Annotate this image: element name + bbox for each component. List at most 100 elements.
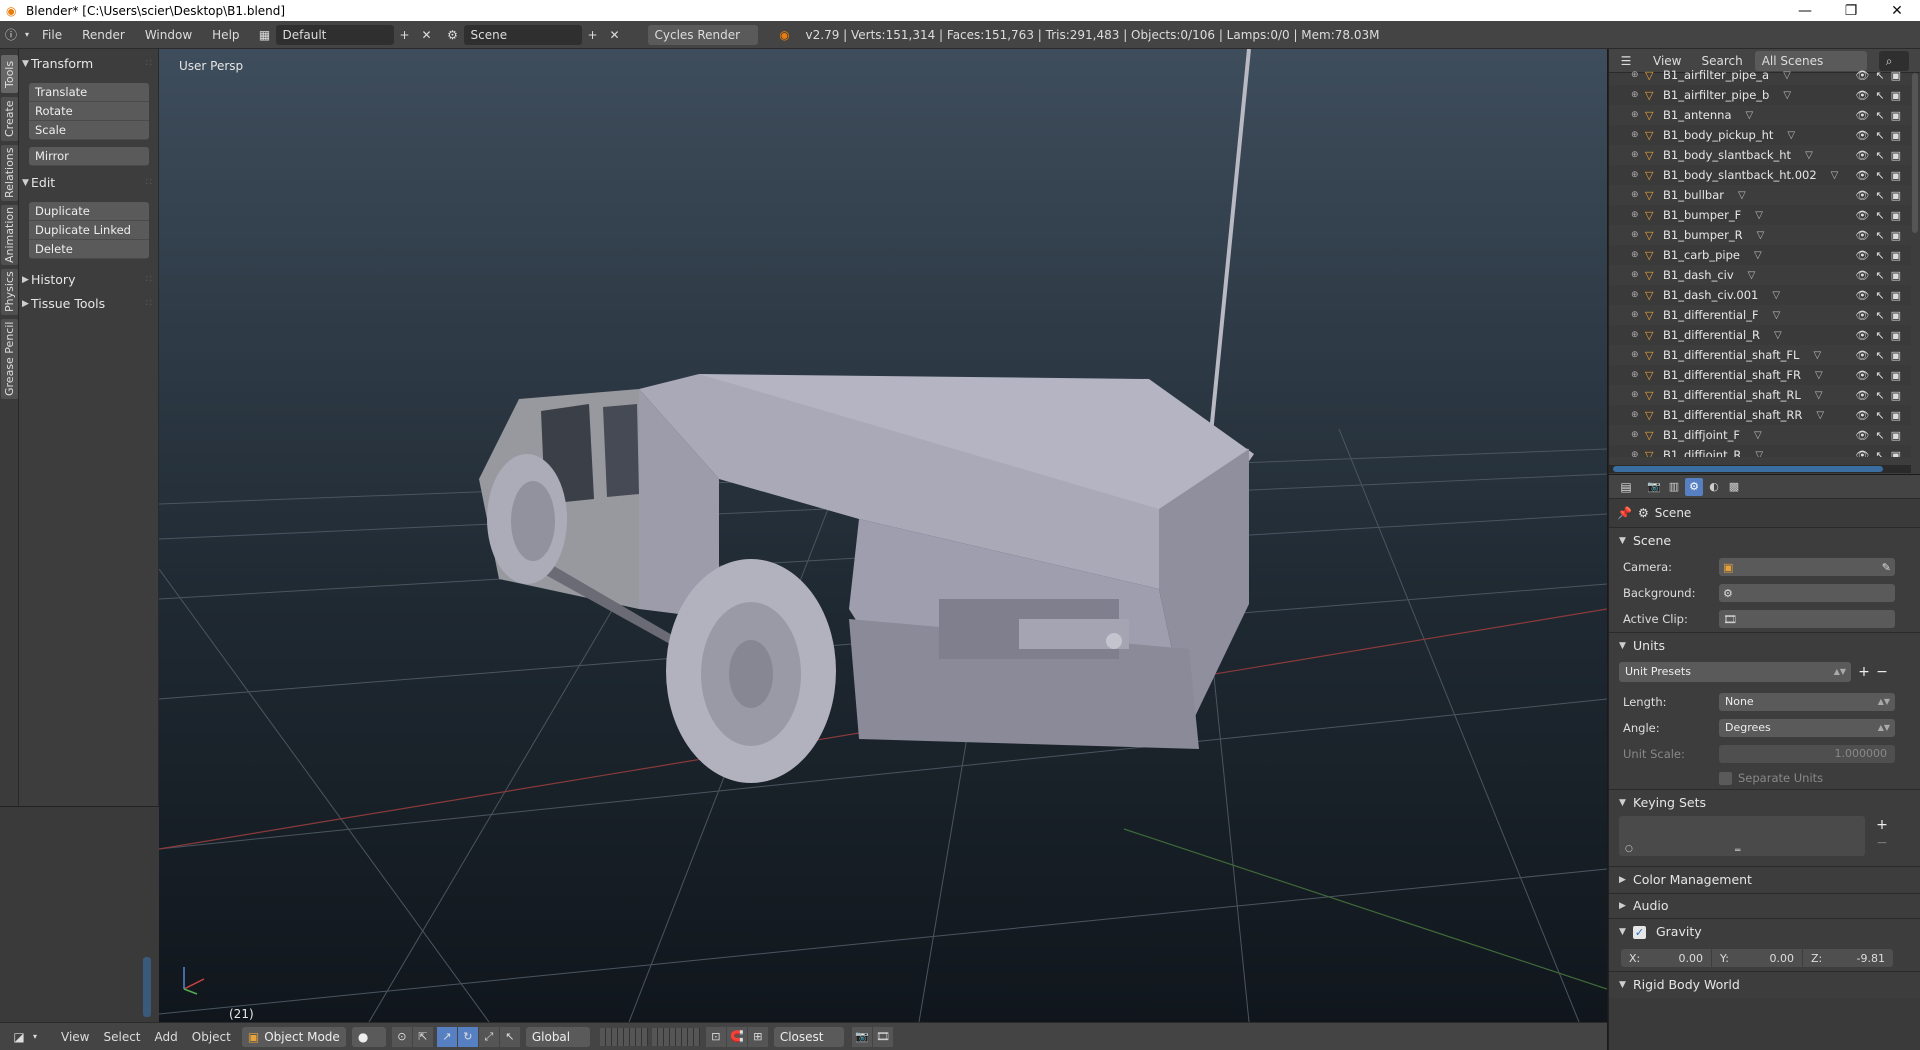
cursor-icon[interactable]: ↖: [1875, 69, 1884, 82]
menu-view[interactable]: View: [54, 1027, 96, 1047]
mesh-data-icon[interactable]: ▽: [1787, 130, 1795, 141]
mesh-data-icon[interactable]: ▽: [1815, 370, 1823, 381]
render-opengl-icon[interactable]: 📷: [851, 1026, 872, 1047]
menu-select[interactable]: Select: [96, 1027, 147, 1047]
editor-type-properties-icon[interactable]: ▤: [1615, 477, 1637, 497]
expand-icon[interactable]: ⊕: [1631, 110, 1645, 120]
outliner-item-name[interactable]: B1_carb_pipe: [1663, 248, 1740, 262]
camera-render-icon[interactable]: ▣: [1891, 209, 1901, 222]
snap-element-icon[interactable]: ⊞: [747, 1026, 768, 1047]
eye-icon[interactable]: 👁: [1855, 69, 1869, 82]
eye-icon[interactable]: 👁: [1855, 309, 1869, 322]
render-layers-tab-icon[interactable]: ▥: [1665, 478, 1683, 496]
expand-icon[interactable]: ⊕: [1631, 290, 1645, 300]
outliner-row[interactable]: ⊕ ▽ B1_differential_R ▽ 👁 ↖ ▣: [1609, 325, 1911, 345]
eye-icon[interactable]: 👁: [1855, 289, 1869, 302]
mesh-data-icon[interactable]: ▽: [1754, 250, 1762, 261]
add-scene-icon[interactable]: +: [582, 25, 604, 45]
add-layout-icon[interactable]: +: [394, 25, 416, 45]
cursor-icon[interactable]: ↖: [1875, 229, 1884, 242]
cursor-icon[interactable]: ↖: [1875, 409, 1884, 422]
cursor-icon[interactable]: ↖: [1875, 249, 1884, 262]
camera-render-icon[interactable]: ▣: [1891, 169, 1901, 182]
outliner-row[interactable]: ⊕ ▽ B1_differential_shaft_RL ▽ 👁 ↖ ▣: [1609, 385, 1911, 405]
outliner-row[interactable]: ⊕ ▽ B1_airfilter_pipe_a ▽ 👁 ↖ ▣: [1609, 65, 1911, 85]
camera-render-icon[interactable]: ▣: [1891, 429, 1901, 442]
expand-icon[interactable]: ⊕: [1631, 410, 1645, 420]
camera-render-icon[interactable]: ▣: [1891, 189, 1901, 202]
cursor-icon[interactable]: ↖: [1875, 149, 1884, 162]
snap-target-select[interactable]: Closest: [773, 1026, 844, 1047]
outliner-item-name[interactable]: B1_airfilter_pipe_a: [1663, 68, 1769, 82]
expand-icon[interactable]: ⊕: [1631, 90, 1645, 100]
camera-render-icon[interactable]: ▣: [1891, 89, 1901, 102]
gravity-checkbox[interactable]: ✓: [1633, 926, 1646, 939]
pivot-point-icon[interactable]: ⊙: [391, 1026, 412, 1047]
outliner-row[interactable]: ⊕ ▽ B1_carb_pipe ▽ 👁 ↖ ▣: [1609, 245, 1911, 265]
tab-animation[interactable]: Animation: [1, 205, 18, 265]
mesh-data-icon[interactable]: ▽: [1754, 430, 1762, 441]
outliner-item-name[interactable]: B1_differential_shaft_FR: [1663, 368, 1801, 382]
world-tab-icon[interactable]: ◐: [1705, 478, 1723, 496]
lock-layers-icon[interactable]: ⊡: [705, 1026, 726, 1047]
pin-icon[interactable]: 📌: [1617, 506, 1632, 520]
scrollbar-thumb[interactable]: [1613, 466, 1883, 472]
outliner-row[interactable]: ⊕ ▽ B1_diffjoint_R ▽ 👁 ↖ ▣: [1609, 445, 1911, 457]
rotate-manipulator-icon[interactable]: ↻: [457, 1026, 478, 1047]
units-panel-header[interactable]: ▼ Units: [1609, 633, 1920, 659]
background-field[interactable]: ⚙: [1719, 584, 1895, 602]
mesh-data-icon[interactable]: ▽: [1783, 90, 1791, 101]
viewport-shading-select[interactable]: ●: [351, 1026, 386, 1047]
expand-icon[interactable]: ⊕: [1631, 250, 1645, 260]
minimize-icon[interactable]: —: [1782, 3, 1828, 19]
tab-grease-pencil[interactable]: Grease Pencil: [1, 319, 18, 399]
cursor-icon[interactable]: ↖: [1875, 449, 1884, 458]
expand-icon[interactable]: ⊕: [1631, 350, 1645, 360]
outliner-vertical-scrollbar[interactable]: [1912, 73, 1918, 233]
camera-render-icon[interactable]: ▣: [1891, 69, 1901, 82]
expand-icon[interactable]: ⊕: [1631, 330, 1645, 340]
cursor-icon[interactable]: ↖: [1875, 169, 1884, 182]
outliner-row[interactable]: ⊕ ▽ B1_bumper_R ▽ 👁 ↖ ▣: [1609, 225, 1911, 245]
eye-icon[interactable]: 👁: [1855, 249, 1869, 262]
eye-icon[interactable]: 👁: [1855, 149, 1869, 162]
cursor-icon[interactable]: ↖: [1875, 129, 1884, 142]
cursor-icon[interactable]: ↖: [1875, 209, 1884, 222]
mirror-button[interactable]: Mirror: [29, 147, 149, 166]
unit-scale-field[interactable]: 1.000000: [1719, 745, 1895, 763]
outliner-item-name[interactable]: B1_body_pickup_ht: [1663, 128, 1773, 142]
translate-button[interactable]: Translate: [29, 83, 149, 102]
eye-icon[interactable]: 👁: [1855, 189, 1869, 202]
eye-icon[interactable]: 👁: [1855, 229, 1869, 242]
outliner-row[interactable]: ⊕ ▽ B1_airfilter_pipe_b ▽ 👁 ↖ ▣: [1609, 85, 1911, 105]
outliner-row[interactable]: ⊕ ▽ B1_differential_F ▽ 👁 ↖ ▣: [1609, 305, 1911, 325]
interaction-mode-select[interactable]: ▣ Object Mode: [241, 1026, 346, 1047]
camera-render-icon[interactable]: ▣: [1891, 389, 1901, 402]
mesh-data-icon[interactable]: ▽: [1755, 450, 1763, 458]
eye-icon[interactable]: 👁: [1855, 209, 1869, 222]
editor-type-dropdown-icon[interactable]: ▾: [30, 1027, 40, 1047]
outliner-item-name[interactable]: B1_dash_civ: [1663, 268, 1734, 282]
outliner-row[interactable]: ⊕ ▽ B1_bullbar ▽ 👁 ↖ ▣: [1609, 185, 1911, 205]
add-preset-icon[interactable]: +: [1855, 663, 1873, 681]
cursor-icon[interactable]: ↖: [1875, 389, 1884, 402]
transform-panel-header[interactable]: ▼ Transform ∷: [19, 53, 158, 75]
outliner-item-name[interactable]: B1_differential_shaft_RR: [1663, 408, 1802, 422]
mesh-data-icon[interactable]: ▽: [1746, 110, 1754, 121]
remove-preset-icon[interactable]: −: [1873, 663, 1891, 681]
tab-relations[interactable]: Relations: [1, 145, 18, 201]
cursor-icon[interactable]: ↖: [1875, 429, 1884, 442]
scene-icon[interactable]: ⚙: [442, 25, 464, 45]
tissue-tools-panel-header[interactable]: ▶ Tissue Tools ∷: [19, 293, 158, 315]
manipulator-toggle-icon[interactable]: ⇱: [412, 1026, 433, 1047]
mesh-data-icon[interactable]: ▽: [1757, 230, 1765, 241]
eye-icon[interactable]: 👁: [1855, 129, 1869, 142]
outliner-row[interactable]: ⊕ ▽ B1_body_slantback_ht.002 ▽ 👁 ↖ ▣: [1609, 165, 1911, 185]
scale-manipulator-icon[interactable]: ⤢: [478, 1026, 499, 1047]
camera-render-icon[interactable]: ▣: [1891, 329, 1901, 342]
rotate-button[interactable]: Rotate: [29, 102, 149, 121]
gravity-panel-header[interactable]: ▼ ✓ Gravity: [1609, 919, 1920, 945]
mesh-data-icon[interactable]: ▽: [1783, 70, 1791, 81]
mesh-data-icon[interactable]: ▽: [1748, 270, 1756, 281]
cursor-icon[interactable]: ↖: [1875, 369, 1884, 382]
